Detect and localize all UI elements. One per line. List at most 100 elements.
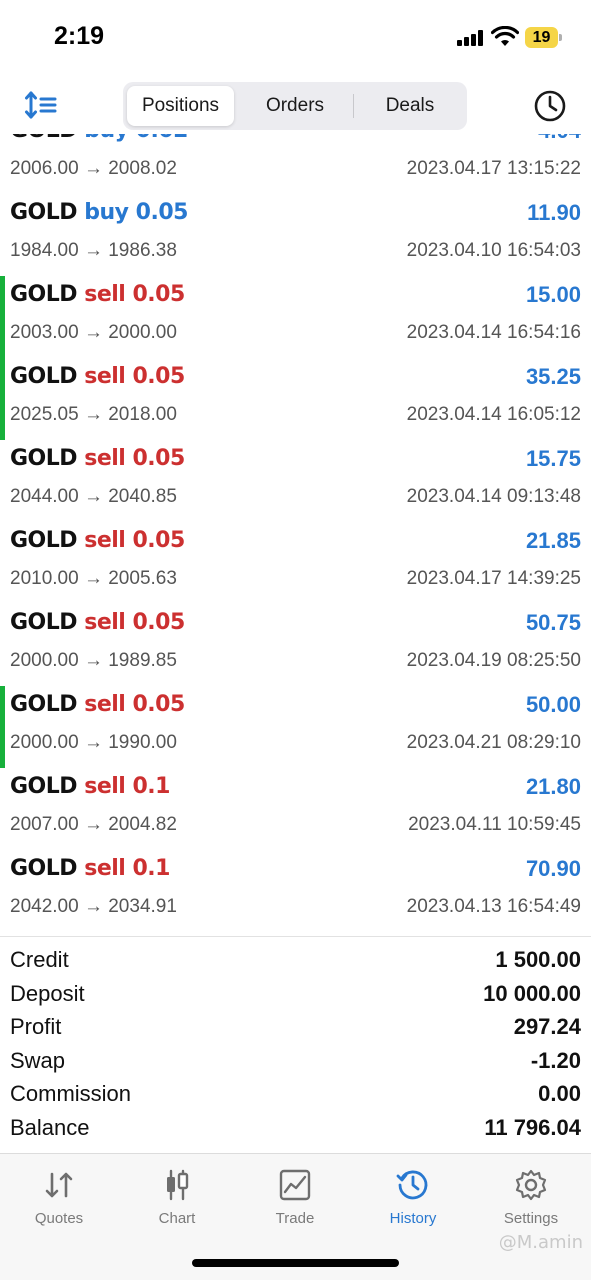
tab-label: Quotes (34, 1210, 84, 1227)
deal-time: 2023.04.21 08:29:10 (406, 732, 581, 753)
header: Positions Orders Deals (0, 78, 591, 134)
summary-label: Swap (10, 1048, 66, 1073)
summary-label: Deposit (10, 981, 85, 1006)
deal-marker (0, 358, 5, 440)
deal-time: 2023.04.17 14:39:25 (406, 568, 581, 589)
deal-prices: 2006.00 → 2008.02 (10, 158, 177, 179)
deal-time: 2023.04.14 16:54:16 (406, 322, 581, 343)
deal-side: sell (84, 610, 126, 635)
deal-prices: 2010.00 → 2005.63 (10, 568, 177, 589)
deal-time: 2023.04.14 09:13:48 (406, 486, 581, 507)
deal-side: sell (84, 774, 126, 799)
deal-row[interactable]: GOLD sell 0.05 21.85 2010.00 → 2005.63 2… (0, 522, 591, 604)
summary-value: -1.20 (530, 1048, 581, 1073)
cellular-signal-icon (457, 30, 485, 46)
deal-profit: 70.90 (525, 856, 581, 881)
tab-label: Settings (503, 1210, 559, 1227)
deal-title: GOLD sell 0.05 (10, 446, 185, 471)
deal-time: 2023.04.10 16:54:03 (406, 240, 581, 261)
summary-label: Profit (10, 1014, 62, 1039)
deal-row[interactable]: GOLD buy 0.02 4.04 2006.00 → 2008.02 202… (0, 134, 591, 194)
tab-label: History (389, 1210, 437, 1227)
summary-row-credit: Credit 1 500.00 (0, 945, 591, 979)
summary-divider (0, 936, 591, 937)
deal-title: GOLD sell 0.05 (10, 282, 185, 307)
summary-label: Credit (10, 947, 69, 972)
deal-prices: 2007.00 → 2004.82 (10, 814, 177, 835)
status-time: 2:19 (54, 22, 105, 50)
deal-marker (0, 276, 5, 358)
deal-time: 2023.04.14 16:05:12 (406, 404, 581, 425)
tab-positions[interactable]: Positions (127, 86, 234, 126)
deal-side: sell (84, 364, 126, 389)
deal-prices: 1984.00 → 1986.38 (10, 240, 177, 261)
deal-symbol: GOLD (10, 610, 78, 635)
candlestick-icon (167, 1169, 189, 1201)
tab-chart[interactable]: Chart (118, 1164, 236, 1234)
summary-row-deposit: Deposit 10 000.00 (0, 979, 591, 1013)
tab-trade[interactable]: Trade (236, 1164, 354, 1234)
deal-time: 2023.04.17 13:15:22 (406, 158, 581, 179)
deal-symbol: GOLD (10, 528, 78, 553)
deal-row[interactable]: GOLD sell 0.05 15.75 2044.00 → 2040.85 2… (0, 440, 591, 522)
deal-row[interactable]: GOLD sell 0.05 15.00 2003.00 → 2000.00 2… (0, 276, 591, 358)
battery-level: 19 (525, 27, 558, 48)
deal-volume: 0.1 (132, 856, 171, 881)
deal-profit: 21.85 (525, 528, 581, 553)
tab-quotes[interactable]: Quotes (0, 1164, 118, 1234)
deal-symbol: GOLD (10, 774, 78, 799)
segmented-control: Positions Orders Deals (123, 82, 467, 130)
deal-prices: 2044.00 → 2040.85 (10, 486, 177, 507)
history-icon (396, 1170, 428, 1200)
deal-symbol: GOLD (10, 692, 78, 717)
sort-icon[interactable] (24, 90, 58, 120)
deal-volume: 0.02 (136, 134, 189, 143)
deal-side: buy (84, 200, 129, 225)
deal-row[interactable]: GOLD sell 0.05 50.00 2000.00 → 1990.00 2… (0, 686, 591, 768)
tab-label: Chart (158, 1210, 196, 1227)
deal-symbol: GOLD (10, 200, 78, 225)
home-indicator[interactable] (192, 1259, 399, 1267)
deal-time: 2023.04.13 16:54:49 (406, 896, 581, 917)
deal-row[interactable]: GOLD sell 0.05 35.25 2025.05 → 2018.00 2… (0, 358, 591, 440)
deals-list[interactable]: GOLD buy 0.02 4.04 2006.00 → 2008.02 202… (0, 134, 591, 936)
deal-side: sell (84, 282, 126, 307)
deal-row[interactable]: GOLD buy 0.05 11.90 1984.00 → 1986.38 20… (0, 194, 591, 276)
deal-volume: 0.05 (132, 610, 186, 635)
deal-symbol: GOLD (10, 282, 78, 307)
deal-title: GOLD sell 0.1 (10, 774, 170, 799)
deal-title: GOLD sell 0.05 (10, 610, 185, 635)
deal-profit: 15.00 (525, 282, 581, 307)
deal-time: 2023.04.19 08:25:50 (406, 650, 581, 671)
clock-icon[interactable] (533, 89, 567, 123)
tab-deals[interactable]: Deals (357, 86, 463, 126)
tab-settings[interactable]: Settings (472, 1164, 590, 1234)
deal-title: GOLD buy 0.02 (10, 134, 188, 143)
watermark: @M.amin (498, 1232, 583, 1253)
deal-side: sell (84, 528, 126, 553)
deal-title: GOLD sell 0.05 (10, 692, 185, 717)
deal-row[interactable]: GOLD sell 0.1 21.80 2007.00 → 2004.82 20… (0, 768, 591, 850)
quotes-icon (45, 1172, 73, 1198)
deal-row[interactable]: GOLD sell 0.05 50.75 2000.00 → 1989.85 2… (0, 604, 591, 686)
tab-orders[interactable]: Orders (241, 86, 349, 126)
deal-prices: 2000.00 → 1989.85 (10, 650, 177, 671)
deal-time: 2023.04.11 10:59:45 (408, 814, 581, 835)
deal-profit: 21.80 (525, 774, 581, 799)
battery-icon: 19 (525, 27, 563, 48)
summary-row-balance: Balance 11 796.04 (0, 1113, 591, 1147)
deal-profit: 4.04 (538, 134, 581, 144)
deal-profit: 50.75 (525, 610, 581, 635)
summary-label: Commission (10, 1081, 132, 1106)
wifi-icon (491, 26, 519, 46)
deal-volume: 0.05 (132, 528, 186, 553)
deal-prices: 2000.00 → 1990.00 (10, 732, 177, 753)
deal-profit: 35.25 (525, 364, 581, 389)
deal-volume: 0.05 (135, 200, 189, 225)
tab-history[interactable]: History (354, 1164, 472, 1234)
gear-icon (515, 1169, 547, 1201)
deal-row[interactable]: GOLD sell 0.1 70.90 2042.00 → 2034.91 20… (0, 850, 591, 932)
deal-side: buy (84, 134, 129, 143)
summary-value: 1 500.00 (495, 947, 581, 972)
deal-symbol: GOLD (10, 446, 78, 471)
